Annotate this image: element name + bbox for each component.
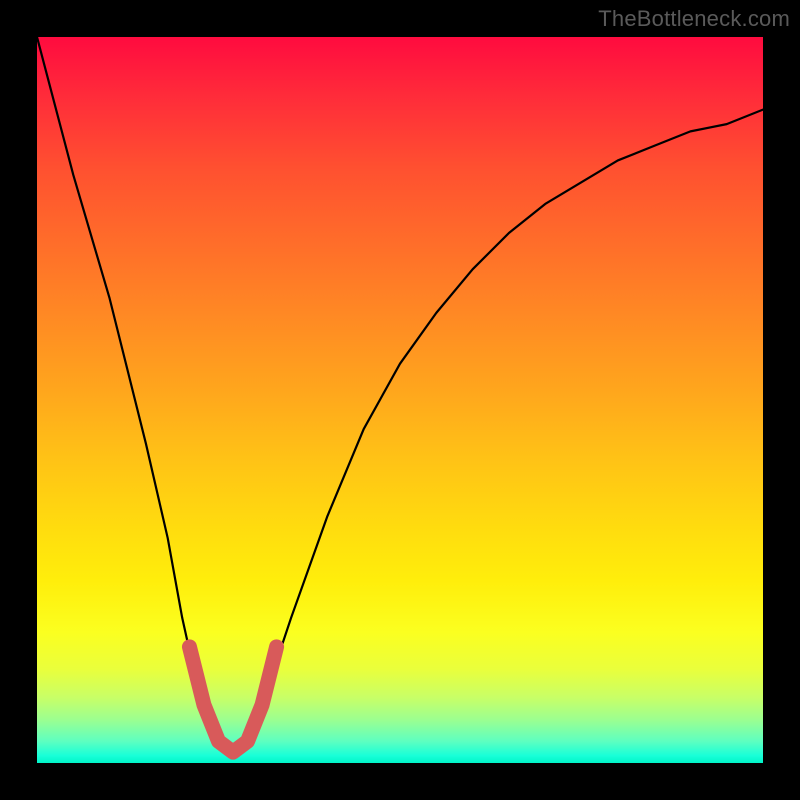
curve-layer bbox=[37, 37, 763, 763]
chart-frame: TheBottleneck.com bbox=[0, 0, 800, 800]
highlight-u bbox=[189, 647, 276, 752]
plot-area bbox=[37, 37, 763, 763]
bottleneck-curve bbox=[37, 37, 763, 752]
watermark-text: TheBottleneck.com bbox=[598, 6, 790, 32]
